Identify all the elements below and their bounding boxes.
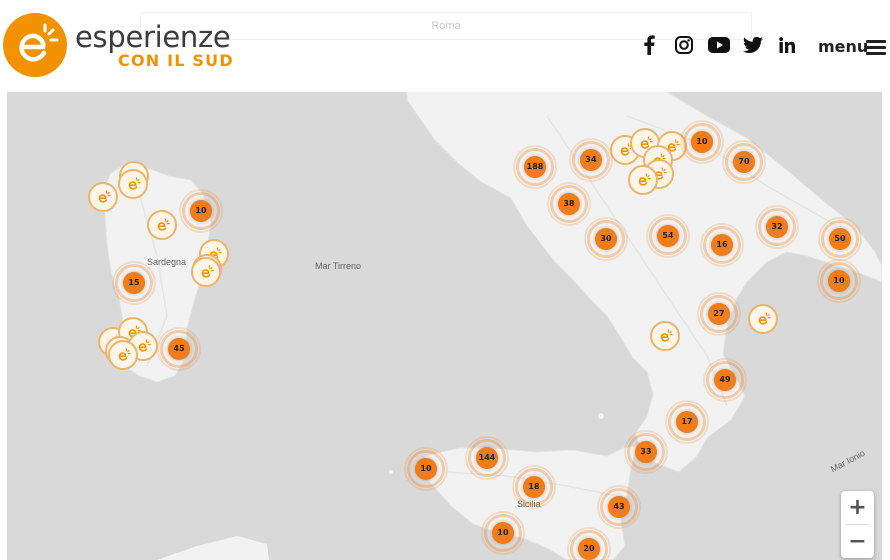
cluster-count: 38 xyxy=(558,193,580,215)
map-canvas[interactable]: Sardegna Mar Tirreno Sicilia Mar Ionio 1… xyxy=(7,76,882,560)
cluster-count: 50 xyxy=(829,228,851,250)
cluster-count: 70 xyxy=(733,151,755,173)
site-header: Roma esperienze CON IL SUD menu xyxy=(0,0,890,92)
cluster-count: 16 xyxy=(711,234,733,256)
map-pin-marker[interactable] xyxy=(118,169,148,199)
cluster-marker[interactable]: 10 xyxy=(179,189,223,233)
map-pin-marker[interactable] xyxy=(88,182,118,212)
cluster-count: 20 xyxy=(578,538,600,560)
cluster-count: 45 xyxy=(168,338,190,360)
cluster-marker[interactable]: 30 xyxy=(584,217,628,261)
cluster-marker[interactable]: 27 xyxy=(697,292,741,336)
instagram-icon[interactable] xyxy=(671,32,697,58)
map-pin-marker[interactable] xyxy=(147,210,177,240)
cluster-count: 30 xyxy=(595,228,617,250)
map-pin-marker[interactable] xyxy=(650,321,680,351)
youtube-icon[interactable] xyxy=(706,32,732,58)
cluster-marker[interactable]: 17 xyxy=(665,400,709,444)
cluster-count: 33 xyxy=(635,441,657,463)
logo-e-icon xyxy=(98,190,111,203)
cluster-marker[interactable]: 43 xyxy=(597,485,641,529)
logo-e-icon xyxy=(157,218,170,231)
cluster-marker[interactable]: 10 xyxy=(481,511,525,555)
cluster-marker[interactable]: 34 xyxy=(569,138,613,182)
cluster-count: 10 xyxy=(492,522,514,544)
cluster-count: 54 xyxy=(657,225,679,247)
cluster-count: 17 xyxy=(676,411,698,433)
cluster-marker[interactable]: 45 xyxy=(157,327,201,371)
cluster-count: 27 xyxy=(708,303,730,325)
cluster-marker[interactable]: 70 xyxy=(722,140,766,184)
map-pin-marker[interactable] xyxy=(628,165,658,195)
cluster-marker[interactable]: 15 xyxy=(112,261,156,305)
map-pin-marker[interactable] xyxy=(191,257,221,287)
brand-tagline: CON IL SUD xyxy=(118,51,234,70)
map-pin-marker[interactable] xyxy=(108,340,138,370)
zoom-in-button[interactable]: + xyxy=(841,491,874,524)
cluster-marker[interactable]: 20 xyxy=(567,527,611,560)
cluster-count: 43 xyxy=(608,496,630,518)
cluster-marker[interactable]: 32 xyxy=(755,205,799,249)
cluster-marker[interactable]: 33 xyxy=(624,430,668,474)
cluster-marker[interactable]: 188 xyxy=(513,145,557,189)
cluster-marker[interactable]: 144 xyxy=(465,436,509,480)
logo-e-icon xyxy=(201,265,214,278)
linkedin-icon[interactable] xyxy=(774,32,800,58)
map-pin-marker[interactable] xyxy=(748,304,778,334)
cluster-count: 144 xyxy=(476,447,498,469)
cluster-count: 15 xyxy=(123,272,145,294)
cluster-count: 49 xyxy=(714,369,736,391)
cluster-marker[interactable]: 38 xyxy=(547,182,591,226)
cluster-marker[interactable]: 10 xyxy=(817,259,861,303)
logo-e-icon xyxy=(660,329,673,342)
cluster-marker[interactable]: 10 xyxy=(404,447,448,491)
brand-logo[interactable]: esperienze CON IL SUD xyxy=(3,13,233,79)
facebook-icon[interactable] xyxy=(636,32,662,58)
brand-name: esperienze xyxy=(75,20,231,54)
zoom-out-button[interactable]: − xyxy=(841,525,874,558)
hamburger-icon xyxy=(866,38,888,56)
cluster-count: 32 xyxy=(766,216,788,238)
logo-e-icon xyxy=(128,177,141,190)
zoom-controls: + − xyxy=(841,491,874,558)
cluster-count: 10 xyxy=(828,270,850,292)
menu-label: menu xyxy=(818,37,869,56)
cluster-count: 10 xyxy=(415,458,437,480)
logo-e-icon xyxy=(758,312,771,325)
cluster-marker[interactable]: 18 xyxy=(512,465,556,509)
menu-button[interactable]: menu xyxy=(812,34,890,60)
logo-e-icon xyxy=(3,13,67,77)
cluster-marker[interactable]: 50 xyxy=(818,217,862,261)
cluster-count: 34 xyxy=(580,149,602,171)
cluster-count: 18 xyxy=(523,476,545,498)
cluster-marker[interactable]: 49 xyxy=(703,358,747,402)
logo-e-icon xyxy=(638,173,651,186)
cluster-count: 10 xyxy=(190,200,212,222)
cluster-marker[interactable]: 54 xyxy=(646,214,690,258)
cluster-count: 188 xyxy=(524,156,546,178)
cluster-count: 10 xyxy=(691,131,713,153)
place-label-mar-tirreno: Mar Tirreno xyxy=(315,261,362,271)
twitter-icon[interactable] xyxy=(740,32,766,58)
cluster-marker[interactable]: 16 xyxy=(700,223,744,267)
cluster-marker[interactable]: 10 xyxy=(680,120,724,164)
logo-e-icon xyxy=(118,348,131,361)
